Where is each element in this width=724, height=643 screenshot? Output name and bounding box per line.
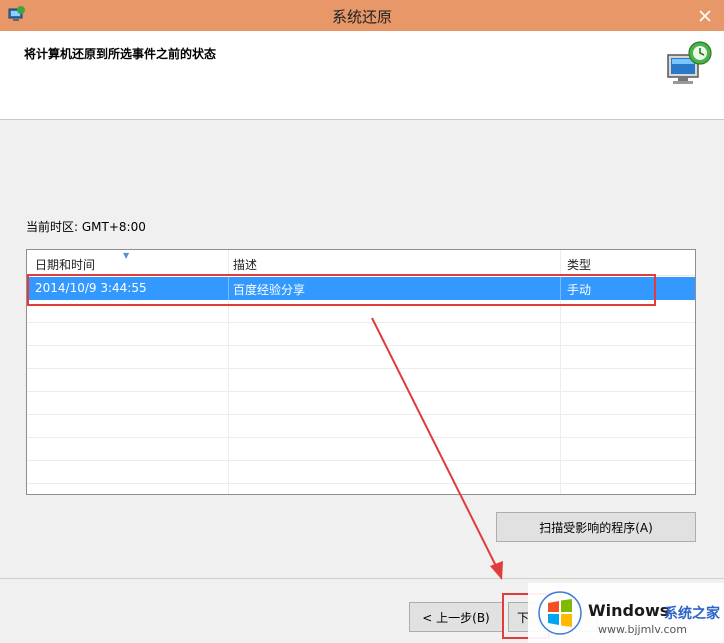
empty-row — [27, 461, 695, 484]
watermark: Windows 系统之家 www.bjjmlv.com — [528, 583, 724, 643]
title-bar: 系统还原 — [0, 0, 724, 31]
empty-row — [27, 346, 695, 369]
column-header-datetime[interactable]: 日期和时间 — [35, 256, 95, 273]
windows-logo-icon — [538, 591, 582, 635]
close-button[interactable] — [686, 0, 724, 31]
scan-affected-programs-button[interactable]: 扫描受影响的程序(A) — [496, 512, 696, 542]
system-restore-icon — [667, 41, 712, 84]
empty-row — [27, 323, 695, 346]
watermark-brand-cn: 系统之家 — [664, 606, 720, 622]
sort-descending-icon: ▼ — [123, 251, 130, 260]
annotation-highlight-row — [27, 274, 656, 306]
wizard-header: 将计算机还原到所选事件之前的状态 — [0, 31, 724, 120]
empty-row — [27, 369, 695, 392]
watermark-brand: Windows — [588, 601, 670, 620]
column-header-description[interactable]: 描述 — [233, 256, 257, 273]
empty-row — [27, 438, 695, 461]
column-header-type[interactable]: 类型 — [567, 256, 591, 273]
empty-row — [27, 415, 695, 438]
timezone-label: 当前时区: GMT+8:00 — [26, 220, 146, 234]
watermark-url: www.bjjmlv.com — [598, 623, 687, 636]
empty-row — [27, 392, 695, 415]
back-button[interactable]: < 上一步(B) — [409, 602, 503, 632]
footer-divider — [0, 578, 724, 579]
window-title: 系统还原 — [331, 8, 392, 26]
page-heading: 将计算机还原到所选事件之前的状态 — [24, 47, 217, 61]
table-header: 日期和时间 ▼ 描述 类型 — [27, 250, 695, 276]
close-icon — [699, 9, 711, 22]
